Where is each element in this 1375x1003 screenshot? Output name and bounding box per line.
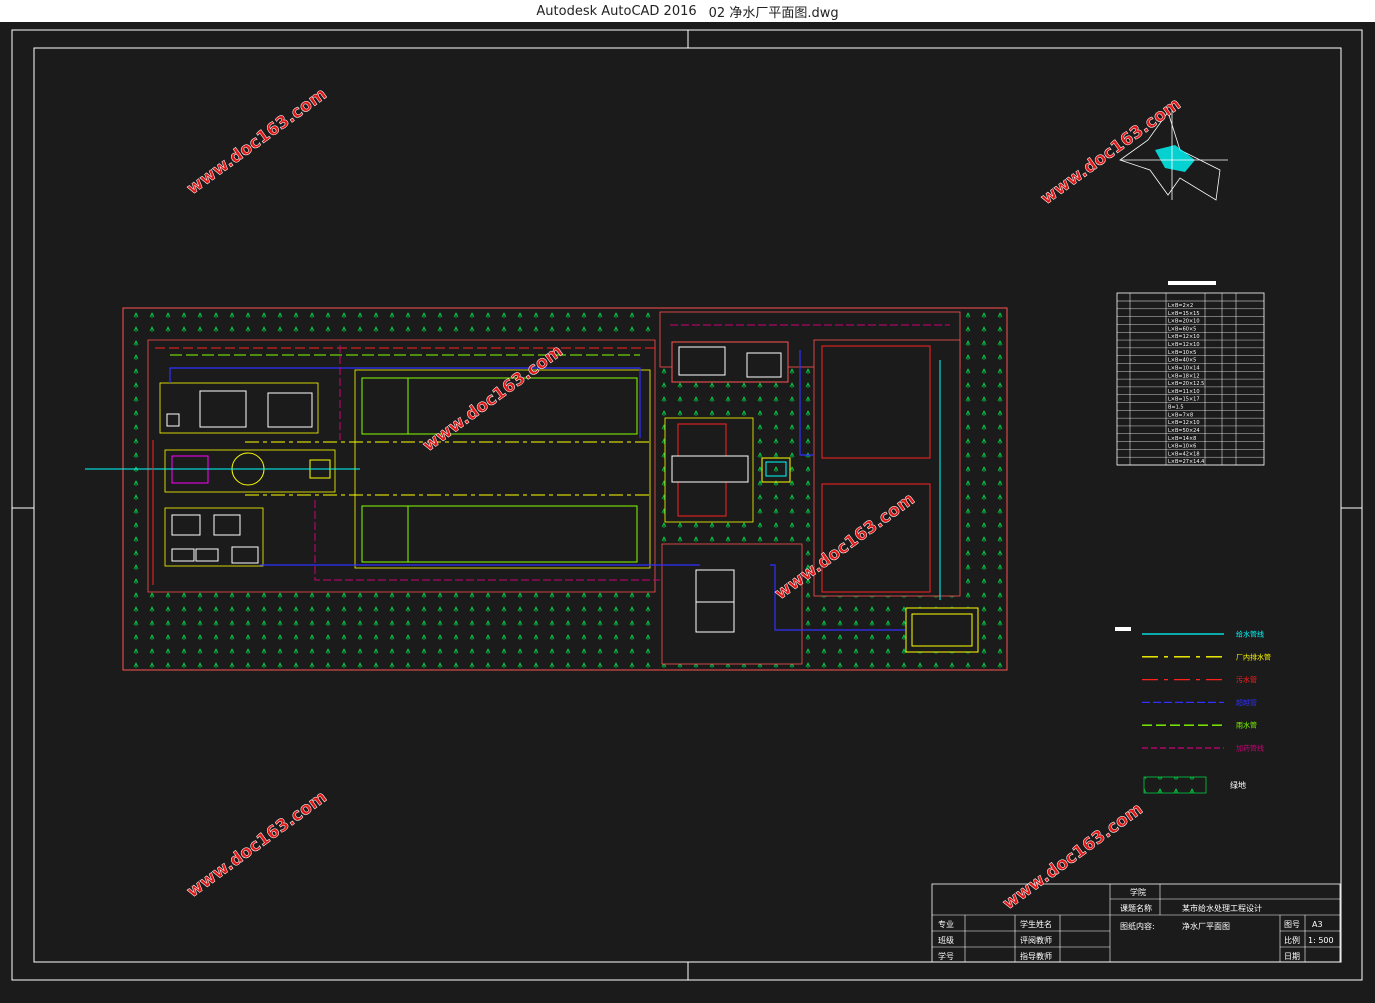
file-name: 02 净水厂平面图.dwg <box>708 5 839 21</box>
legend-label: 厂内排水管 <box>1236 652 1271 661</box>
structure-table-row: L×B=40×5 <box>1168 358 1196 364</box>
structure-table: L×B=2×2 L×B=15×15 L×B=20×10L×B=60×5 L×B=12×… <box>1116 281 1265 466</box>
structure-table-row: L×B=42×18 <box>1168 451 1200 457</box>
structure-table-row: L×B=12×10 <box>1168 342 1200 348</box>
scale-value: 1: 500 <box>1308 936 1334 945</box>
legend-label: 给水管线 <box>1236 630 1264 639</box>
legend-label: 加药管线 <box>1236 744 1264 753</box>
class-label: 班级 <box>938 935 954 945</box>
legend-label: 污水管 <box>1236 675 1257 684</box>
structure-table-row: L×B=11×10 <box>1168 389 1200 395</box>
structure-table-row: L×B=2×2 <box>1168 303 1193 309</box>
structure-table-row: L×B=10×6 <box>1168 444 1196 450</box>
drawing-content-value: 净水厂平面图 <box>1182 921 1230 931</box>
date-label: 日期 <box>1284 952 1300 961</box>
structure-table-row: L×B=10×14 <box>1168 365 1200 371</box>
structure-table-row: L×B=18×12 <box>1168 373 1200 379</box>
legend-green-swatch <box>1143 776 1207 794</box>
sheet-no-label: 图号 <box>1284 920 1300 929</box>
structure-table-row: L×B=20×12.5 <box>1168 381 1204 387</box>
legend: 绿地 给水管线厂内排水管污水管超越管雨水管加药管线 <box>1115 627 1271 794</box>
app-name: Autodesk AutoCAD 2016 <box>536 3 697 19</box>
watermark-5: www.doc163.com <box>183 787 331 902</box>
watermark-6: www.doc163.com <box>999 799 1147 914</box>
project-value: 某市给水处理工程设计 <box>1182 903 1262 913</box>
structure-table-row: L×B=12×10 <box>1168 420 1200 426</box>
structure-table-row: L×B=7×8 <box>1168 412 1193 418</box>
sheet-no-value: A3 <box>1312 920 1323 929</box>
structure-table-row: L×B=15×17 <box>1168 397 1200 403</box>
drawing-content-label: 图纸内容: <box>1120 921 1155 931</box>
student-name-label: 学生姓名 <box>1020 919 1052 929</box>
structure-table-row: L×B=10×5 <box>1168 350 1196 356</box>
structure-table-row: L×B=15×15 <box>1168 311 1200 317</box>
watermark-1: www.doc163.com <box>183 84 331 199</box>
scale-label: 比例 <box>1284 935 1300 945</box>
reviewer-label: 评阅教师 <box>1020 935 1052 945</box>
major-label: 专业 <box>938 919 954 929</box>
structure-table-row: L×B=20×10 <box>1168 319 1200 325</box>
legend-label: 雨水管 <box>1236 721 1257 730</box>
student-id-label: 学号 <box>938 951 954 961</box>
legend-label: 超越管 <box>1236 698 1257 707</box>
school-label: 学院 <box>1130 887 1146 897</box>
structure-table-row: L×B=12×10 <box>1168 334 1200 340</box>
window-title-bar: Autodesk AutoCAD 2016 02 净水厂平面图.dwg <box>0 0 1375 22</box>
title-block: 学院 课题名称 某市给水处理工程设计 图纸内容: 净水厂平面图 专业 班级 学号… <box>931 883 1341 963</box>
drawing-canvas[interactable]: L×B=2×2 L×B=15×15 L×B=20×10 L×B=60×5 L×B=12×… <box>0 22 1375 999</box>
advisor-label: 指导教师 <box>1020 951 1052 961</box>
structure-table-row: L×B=14×8 <box>1168 436 1196 442</box>
legend-green-label: 绿地 <box>1230 780 1246 790</box>
structure-table-row: B=1.5 <box>1168 405 1184 411</box>
structure-table-row: L×B=50×24 <box>1168 428 1200 434</box>
structure-table-row: L×B=60×5 <box>1168 326 1196 332</box>
project-label: 课题名称 <box>1120 903 1152 913</box>
structure-table-row: L×B=27×14.4 <box>1168 459 1204 465</box>
